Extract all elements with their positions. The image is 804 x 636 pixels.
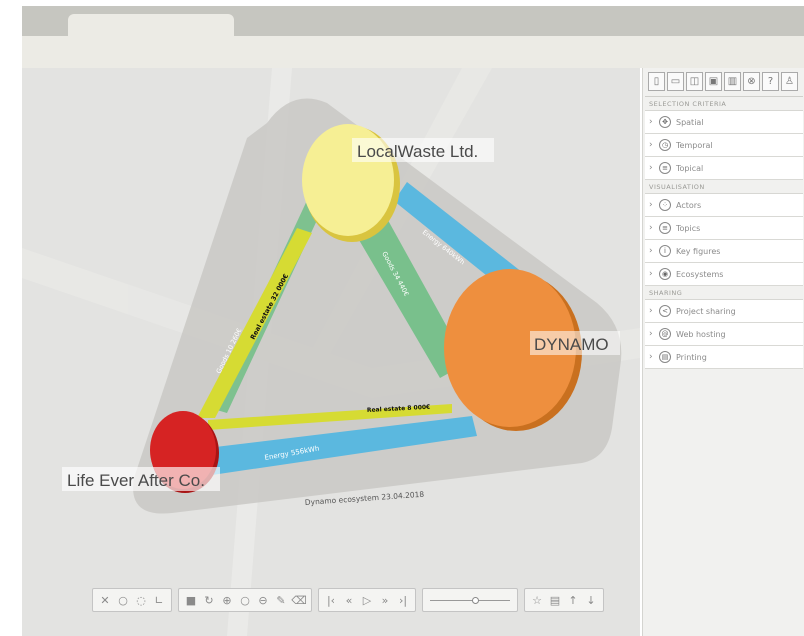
chevron-right-icon: › — [649, 268, 653, 279]
zoom-in-icon[interactable]: ⊕ — [218, 591, 236, 609]
timeline-thumb[interactable] — [471, 597, 479, 604]
pointer-icon[interactable]: ✕ — [96, 591, 114, 609]
fast-forward-icon[interactable]: » — [376, 591, 394, 609]
right-sidebar: ▯ ▭ ◫ ▣ ▥ ⊗ ? ♙ SELECTION CRITERIA › ✥ Spa… — [642, 68, 804, 636]
open-folder-icon[interactable]: ▭ — [667, 72, 684, 91]
user-icon[interactable]: ♙ — [781, 72, 798, 91]
first-icon[interactable]: |‹ — [322, 591, 340, 609]
help-icon[interactable]: ? — [762, 72, 779, 91]
reset-icon[interactable]: ○ — [236, 591, 254, 609]
actors-icon: ⁘ — [659, 199, 671, 211]
view-tools-group: ■ ↻ ⊕ ○ ⊖ ✎ ⌫ — [178, 588, 312, 612]
up-icon[interactable]: ↑ — [564, 591, 582, 609]
sidebar-item-label: Spatial — [676, 117, 704, 127]
list-icon: ≡ — [659, 162, 671, 174]
sidebar-item-label: Web hosting — [676, 329, 726, 339]
new-file-icon[interactable]: ▯ — [648, 72, 665, 91]
sidebar-item-topical[interactable]: › ≡ Topical — [645, 157, 803, 180]
chevron-right-icon: › — [649, 139, 653, 150]
sidebar-item-label: Ecosystems — [676, 269, 724, 279]
chevron-right-icon: › — [649, 199, 653, 210]
chevron-right-icon: › — [649, 351, 653, 362]
chevron-right-icon: › — [649, 162, 653, 173]
timeline-group — [422, 588, 518, 612]
move-icon: ✥ — [659, 116, 671, 128]
square-icon[interactable]: ■ — [182, 591, 200, 609]
sidebar-item-actors[interactable]: › ⁘ Actors — [645, 194, 803, 217]
pin-icon[interactable]: ◌ — [132, 591, 150, 609]
last-icon[interactable]: ›| — [394, 591, 412, 609]
lasso-icon[interactable]: ○ — [114, 591, 132, 609]
sidebar-item-label: Key figures — [676, 246, 721, 256]
down-icon[interactable]: ↓ — [582, 591, 600, 609]
sidebar-item-key-figures[interactable]: › i Key figures — [645, 240, 803, 263]
actor-label-lifeever: Life Ever After Co. — [67, 471, 205, 490]
extra-tools-group: ☆ ▤ ↑ ↓ — [524, 588, 604, 612]
chevron-right-icon: › — [649, 305, 653, 316]
section-title-visualisation: VISUALISATION — [645, 180, 803, 194]
chevron-right-icon: › — [649, 222, 653, 233]
ecosystems-icon: ◉ — [659, 268, 671, 280]
angle-icon[interactable]: ∟ — [150, 591, 168, 609]
chevron-right-icon: › — [649, 328, 653, 339]
comment-icon[interactable]: ▤ — [546, 591, 564, 609]
rotate-icon[interactable]: ↻ — [200, 591, 218, 609]
actor-label-dynamo: DYNAMO — [534, 335, 609, 354]
timeline-track — [430, 600, 510, 601]
star-icon[interactable]: ☆ — [528, 591, 546, 609]
selection-tools-group: ✕ ○ ◌ ∟ — [92, 588, 172, 612]
sidebar-item-spatial[interactable]: › ✥ Spatial — [645, 111, 803, 134]
ecosystem-diagram[interactable]: Energy 640kWh Goods 34 440€ Real estate … — [22, 68, 640, 636]
zoom-out-icon[interactable]: ⊖ — [254, 591, 272, 609]
sidebar-toolbar: ▯ ▭ ◫ ▣ ▥ ⊗ ? ♙ — [648, 72, 798, 91]
rewind-icon[interactable]: « — [340, 591, 358, 609]
actor-label-localwaste: LocalWaste Ltd. — [357, 142, 478, 161]
sidebar-item-ecosystems[interactable]: › ◉ Ecosystems — [645, 263, 803, 286]
app-window: Energy 640kWh Goods 34 440€ Real estate … — [0, 0, 804, 636]
save-icon[interactable]: ▣ — [705, 72, 722, 91]
sidebar-item-label: Topical — [676, 163, 704, 173]
chevron-right-icon: › — [649, 116, 653, 127]
bottom-toolbar: ✕ ○ ◌ ∟ ■ ↻ ⊕ ○ ⊖ ✎ ⌫ |‹ « ▷ » ›| ☆ ▤ ↑ … — [92, 588, 604, 612]
sidebar-item-label: Temporal — [676, 140, 713, 150]
timeline-slider[interactable] — [426, 591, 514, 609]
sidebar-item-project-sharing[interactable]: › < Project sharing — [645, 300, 803, 323]
sidebar-item-label: Topics — [676, 223, 701, 233]
sidebar-item-label: Printing — [676, 352, 707, 362]
database-icon[interactable]: ◫ — [686, 72, 703, 91]
sidebar-item-printing[interactable]: › ▤ Printing — [645, 346, 803, 369]
sub-header-bar — [22, 36, 804, 68]
eraser-icon[interactable]: ⌫ — [290, 591, 308, 609]
web-icon: @ — [659, 328, 671, 340]
section-title-selection: SELECTION CRITERIA — [645, 97, 803, 111]
section-title-sharing: SHARING — [645, 286, 803, 300]
sidebar-item-topics[interactable]: › ≡ Topics — [645, 217, 803, 240]
sidebar-item-label: Actors — [676, 200, 702, 210]
sidebar-item-web-hosting[interactable]: › @ Web hosting — [645, 323, 803, 346]
sidebar-item-label: Project sharing — [676, 306, 736, 316]
playback-group: |‹ « ▷ » ›| — [318, 588, 416, 612]
share-icon: < — [659, 305, 671, 317]
pencil-icon[interactable]: ✎ — [272, 591, 290, 609]
play-icon[interactable]: ▷ — [358, 591, 376, 609]
topics-icon: ≡ — [659, 222, 671, 234]
sidebar-item-temporal[interactable]: › ◷ Temporal — [645, 134, 803, 157]
info-icon: i — [659, 245, 671, 257]
delete-icon[interactable]: ▥ — [724, 72, 741, 91]
close-icon[interactable]: ⊗ — [743, 72, 760, 91]
sidebar-panel: SELECTION CRITERIA › ✥ Spatial › ◷ Temporal … — [645, 96, 803, 369]
print-icon: ▤ — [659, 351, 671, 363]
ecosystem-canvas[interactable]: Energy 640kWh Goods 34 440€ Real estate … — [22, 68, 640, 636]
active-tab[interactable] — [68, 14, 234, 36]
clock-icon: ◷ — [659, 139, 671, 151]
chevron-right-icon: › — [649, 245, 653, 256]
